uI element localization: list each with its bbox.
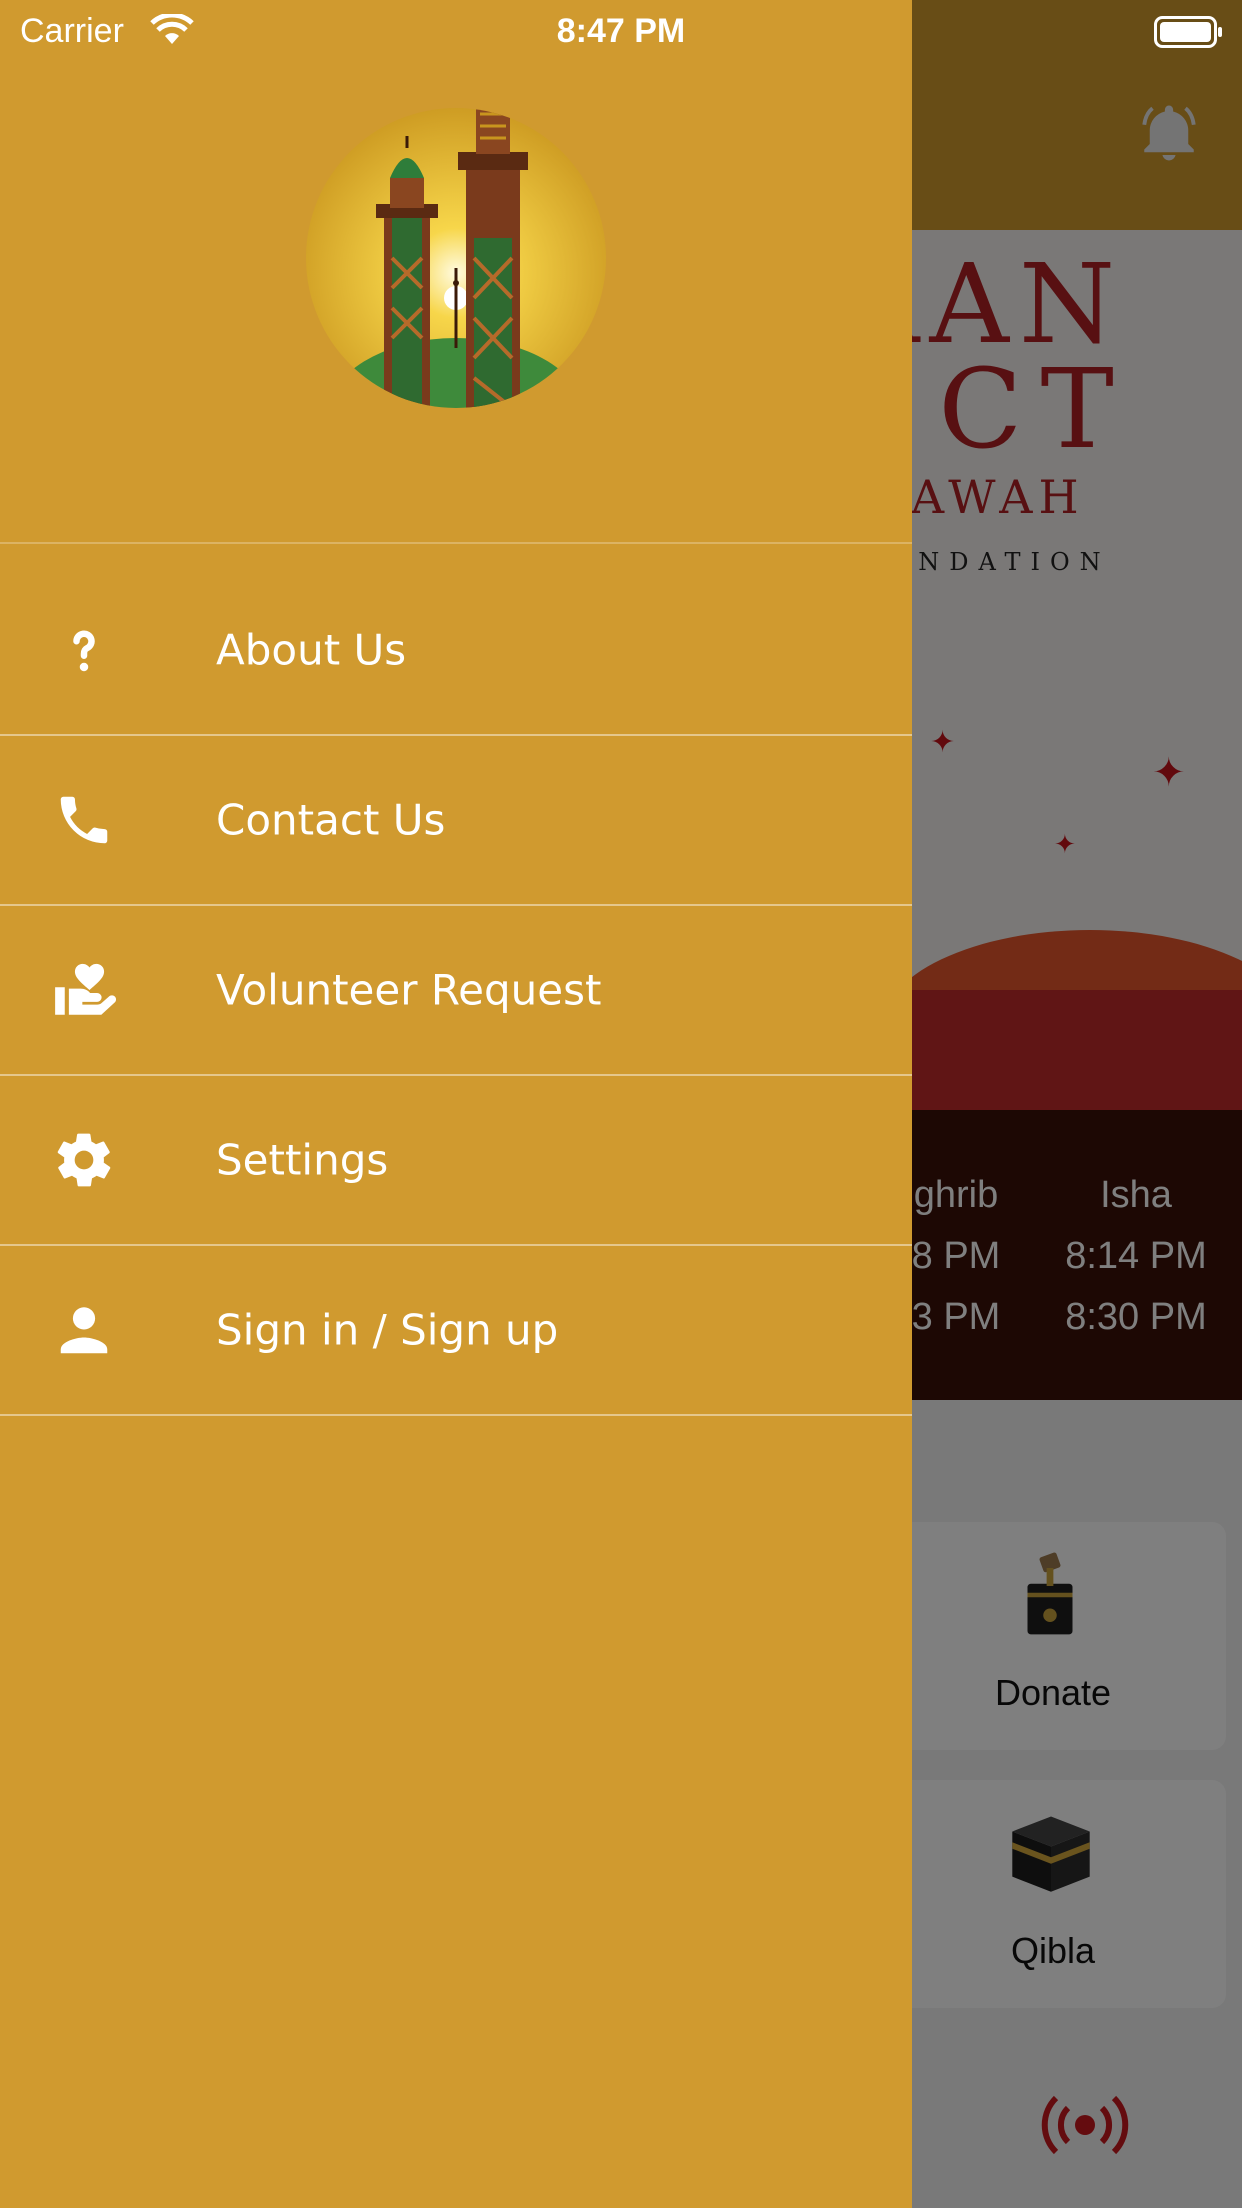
menu-item-settings[interactable]: Settings xyxy=(0,1076,912,1246)
navigation-drawer: About Us Contact Us Volunteer Request Se… xyxy=(0,0,912,2208)
volunteer-hand-heart-icon xyxy=(48,954,120,1026)
menu-item-label: Volunteer Request xyxy=(216,965,602,1015)
question-mark-icon xyxy=(48,614,120,686)
menu-item-label: About Us xyxy=(216,625,407,675)
status-time: 8:47 PM xyxy=(556,12,686,50)
menu-item-sign-in[interactable]: Sign in / Sign up xyxy=(0,1246,912,1416)
menu-item-contact-us[interactable]: Contact Us xyxy=(0,736,912,906)
minarets-logo-icon xyxy=(306,108,606,408)
menu-item-volunteer-request[interactable]: Volunteer Request xyxy=(0,906,912,1076)
menu-item-label: Sign in / Sign up xyxy=(216,1305,559,1355)
menu-item-label: Contact Us xyxy=(216,795,446,845)
menu-item-label: Settings xyxy=(216,1135,389,1185)
battery-icon xyxy=(1154,16,1222,48)
status-bar: Carrier 8:47 PM xyxy=(0,0,1242,64)
person-icon xyxy=(48,1294,120,1366)
drawer-menu: About Us Contact Us Volunteer Request Se… xyxy=(0,566,912,1416)
drawer-header-divider xyxy=(0,542,912,544)
gear-icon xyxy=(48,1124,120,1196)
phone-icon xyxy=(48,784,120,856)
menu-item-about-us[interactable]: About Us xyxy=(0,566,912,736)
